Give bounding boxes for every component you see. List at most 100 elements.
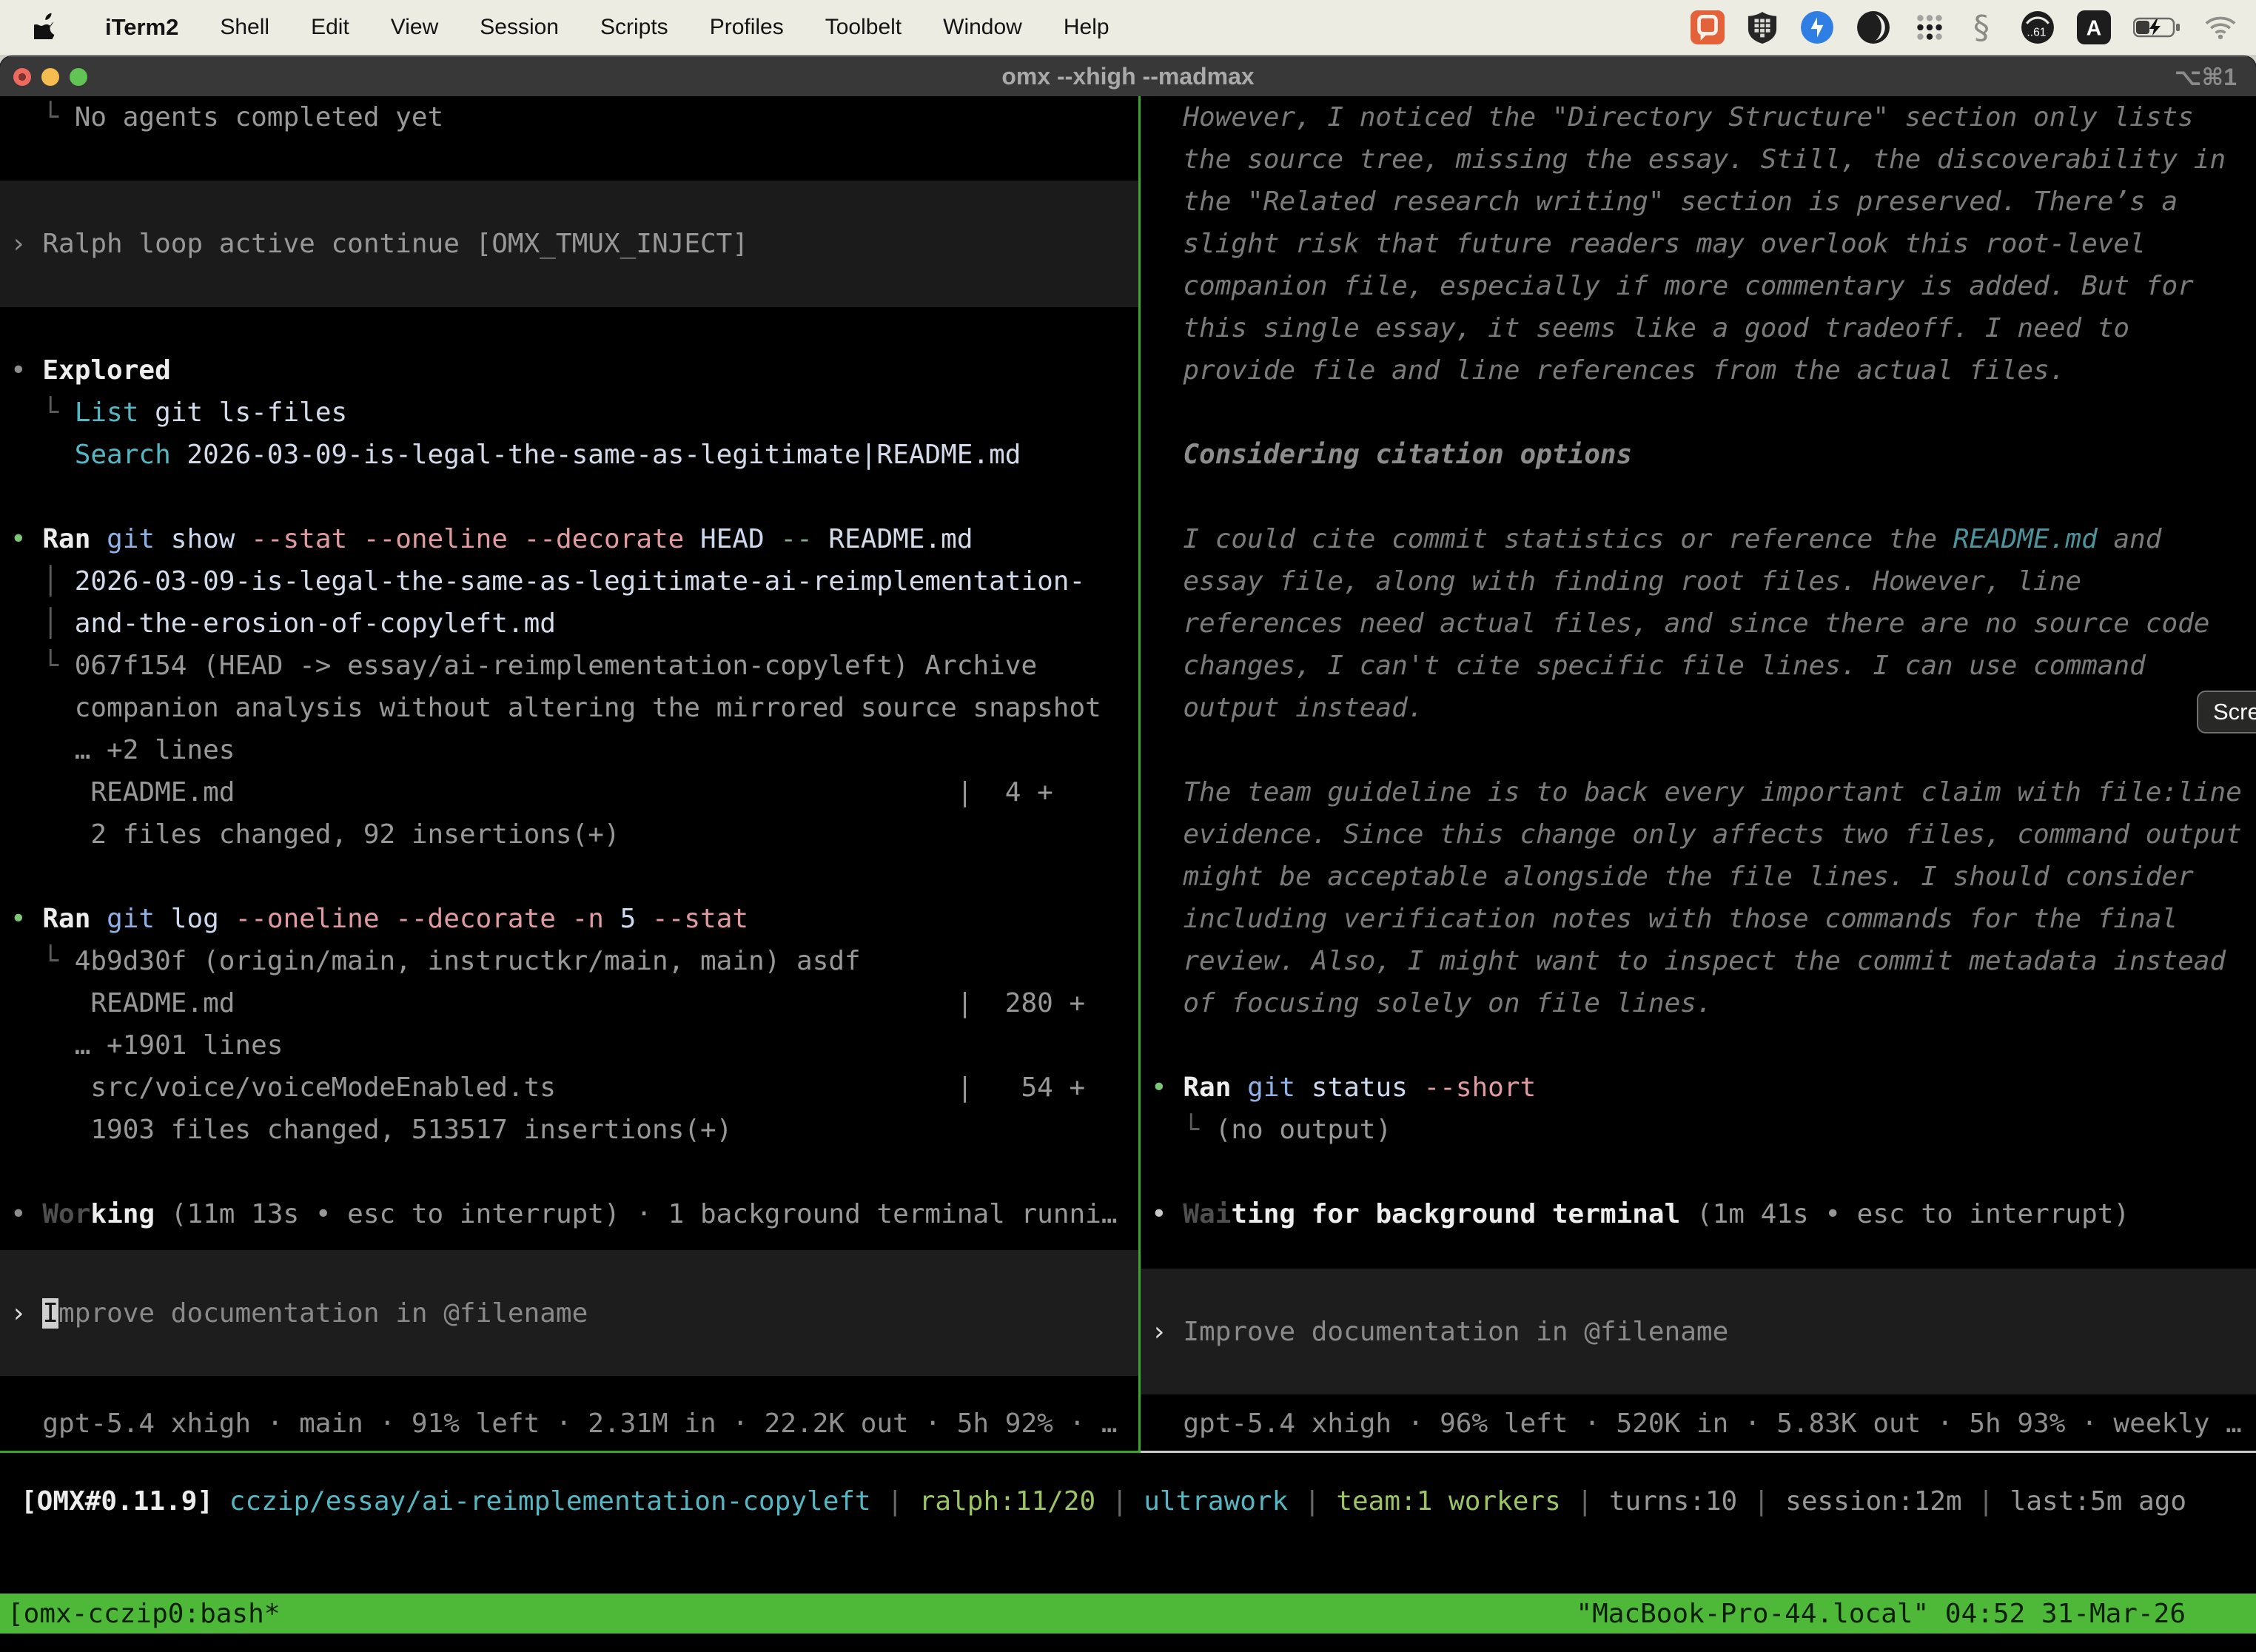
terminal-text-segment: mprove documentation in @filename: [58, 1298, 588, 1329]
terminal-line: slight risk that future readers may over…: [1141, 223, 2256, 265]
terminal-line: the source tree, missing the essay. Stil…: [1141, 138, 2256, 181]
terminal-line: However, I noticed the "Directory Struct…: [1141, 96, 2256, 138]
chat-app-icon[interactable]: [1691, 10, 1725, 45]
terminal-text-segment: HEAD: [700, 524, 780, 554]
apple-icon: [34, 13, 56, 43]
terminal-text-segment: git ls-files: [155, 397, 347, 428]
terminal-text-segment: Improve documentation in @filename: [1183, 1317, 1728, 1347]
terminal-text-segment: companion file, especially if more comme…: [1151, 271, 2194, 301]
terminal-text-segment: | 280 +: [957, 988, 1085, 1018]
terminal-text-segment: •: [10, 1199, 42, 1229]
menu-item-window[interactable]: Window: [922, 0, 1043, 55]
minimize-button[interactable]: [41, 68, 59, 86]
menu-item-edit[interactable]: Edit: [290, 0, 370, 55]
shield-grid-icon[interactable]: [1747, 10, 1778, 45]
terminal-line: src/voice/voiceModeEnabled.ts | 54 +: [0, 1067, 1138, 1109]
apple-menu[interactable]: [0, 13, 84, 43]
terminal-text-segment: show: [171, 524, 251, 554]
terminal-text-segment: including verification notes with those …: [1151, 904, 2178, 934]
blue-bolt-icon[interactable]: [1800, 10, 1834, 45]
terminal-text-segment: Ran: [1183, 1072, 1247, 1103]
model-status-line: gpt-5.4 xhigh · 96% left · 520K in · 5.8…: [1141, 1403, 2256, 1445]
terminal-text-segment: └: [10, 397, 75, 428]
terminal-line: └ List git ls-files: [0, 392, 1138, 434]
right-terminal-pane[interactable]: However, I noticed the "Directory Struct…: [1141, 96, 2256, 1453]
prompt-input-line: › Improve documentation in @filename: [1141, 1311, 1728, 1353]
terminal-text-segment: provide file and line references from th…: [1151, 355, 2065, 386]
terminal-line: companion file, especially if more comme…: [1141, 265, 2256, 307]
terminal-text-segment: ralph:11/20: [919, 1486, 1095, 1517]
terminal-text-segment: (11m 13s • esc to interrupt) · 1 backgro…: [171, 1199, 1118, 1229]
terminal-text-segment: [556, 1072, 957, 1103]
dots-grid-icon[interactable]: [1913, 10, 1947, 45]
terminal-text-segment: changes, I can't cite specific file line…: [1151, 651, 2146, 681]
menu-item-toolbelt[interactable]: Toolbelt: [805, 0, 922, 55]
terminal-text-segment: Explored: [42, 355, 170, 386]
terminal-text-segment: last:5m ago: [2010, 1486, 2186, 1517]
crescent-icon[interactable]: [1856, 10, 1890, 45]
prompt-input[interactable]: › Improve documentation in @filename: [1141, 1269, 2256, 1394]
menu-item-help[interactable]: Help: [1043, 0, 1130, 55]
menu-item-view[interactable]: View: [370, 0, 459, 55]
menu-item-shell[interactable]: Shell: [199, 0, 290, 55]
terminal-text-segment: king: [90, 1199, 170, 1229]
terminal-text-segment: … +2 lines: [10, 735, 235, 765]
terminal-line: review. Also, I might want to inspect th…: [1141, 940, 2256, 982]
tmux-session-label: [omx-cczip0:bash*: [7, 1593, 280, 1635]
terminal-text-segment: (no output): [1215, 1115, 1391, 1145]
terminal-text-segment: ›: [10, 229, 42, 259]
window-shortcut-hint: ⌥⌘1: [2175, 63, 2237, 91]
wifi-icon[interactable]: [2204, 10, 2237, 45]
terminal-text-segment: git: [107, 904, 171, 934]
terminal-line: README.md | 4 +: [0, 771, 1138, 813]
terminal-text-segment: Wai: [1183, 1199, 1231, 1229]
terminal-text-segment: However, I noticed the "Directory Struct…: [1151, 102, 2194, 132]
terminal-line-blank: [1141, 476, 2256, 518]
left-terminal-pane[interactable]: └ No agents completed yet› Ralph loop ac…: [0, 96, 1138, 1453]
terminal-text-segment: Ran: [42, 524, 107, 554]
a-app-icon[interactable]: A: [2077, 10, 2111, 45]
terminal-text-segment: slight risk that future readers may over…: [1151, 229, 2146, 259]
zoom-button[interactable]: [70, 68, 87, 86]
terminal-line-blank: [0, 1151, 1138, 1193]
terminal-text-segment: │: [10, 566, 75, 597]
terminal-text-segment: 5: [620, 904, 652, 934]
terminal-text-segment: └: [10, 946, 75, 976]
battery-icon[interactable]: [2133, 10, 2182, 45]
terminal-line: essay file, along with finding root file…: [1141, 560, 2256, 602]
traffic-lights: [0, 68, 87, 86]
terminal-text-segment: [10, 440, 75, 470]
terminal-text-segment: I: [42, 1298, 58, 1329]
terminal-line: │ and-the-erosion-of-copyleft.md: [0, 602, 1138, 645]
terminal-line: • Ran git log --oneline --decorate -n 5 …: [0, 898, 1138, 940]
terminal-text-segment: README.md: [10, 988, 235, 1018]
menu-item-profiles[interactable]: Profiles: [689, 0, 805, 55]
terminal-line: 1903 files changed, 513517 insertions(+): [0, 1109, 1138, 1151]
terminal-text-segment: this single essay, it seems like a good …: [1151, 313, 2129, 343]
terminal-line: provide file and line references from th…: [1141, 349, 2256, 392]
terminal-text-segment: I could cite commit statistics or refere…: [1151, 524, 1953, 554]
menu-bar: iTerm2ShellEditViewSessionScriptsProfile…: [0, 0, 2256, 55]
close-button[interactable]: [13, 68, 31, 86]
tmux-host-clock: "MacBook-Pro-44.local" 04:52 31-Mar-26: [1576, 1593, 2186, 1635]
terminal-line: changes, I can't cite specific file line…: [1141, 645, 2256, 687]
terminal-line: I could cite commit statistics or refere…: [1141, 518, 2256, 560]
gauge-61-icon[interactable]: ..61: [2021, 10, 2055, 45]
model-status-line: gpt-5.4 xhigh · main · 91% left · 2.31M …: [0, 1403, 1138, 1445]
menu-item-session[interactable]: Session: [459, 0, 580, 55]
terminal-text-segment: output instead.: [1151, 693, 1423, 723]
terminal-line: • Waiting for background terminal (1m 41…: [1141, 1193, 2256, 1235]
screen-tooltip: Scre: [2197, 691, 2256, 733]
terminal-line: output instead.: [1141, 687, 2256, 729]
terminal-text-segment: └: [10, 102, 75, 132]
terminal-text-segment: 067f154 (HEAD -> essay/ai-reimplementati…: [75, 651, 1037, 681]
terminal-text-segment: |: [871, 1486, 919, 1517]
terminal-text-segment: log: [171, 904, 235, 934]
menu-item-iterm2[interactable]: iTerm2: [84, 0, 199, 55]
window-title: omx --xhigh --madmax: [0, 63, 2256, 90]
window-titlebar[interactable]: omx --xhigh --madmax ⌥⌘1: [0, 56, 2256, 96]
menu-item-scripts[interactable]: Scripts: [580, 0, 689, 55]
section-icon[interactable]: §: [1969, 10, 1998, 45]
terminal-line: • Explored: [0, 349, 1138, 392]
prompt-input[interactable]: › Improve documentation in @filename: [0, 1250, 1138, 1376]
